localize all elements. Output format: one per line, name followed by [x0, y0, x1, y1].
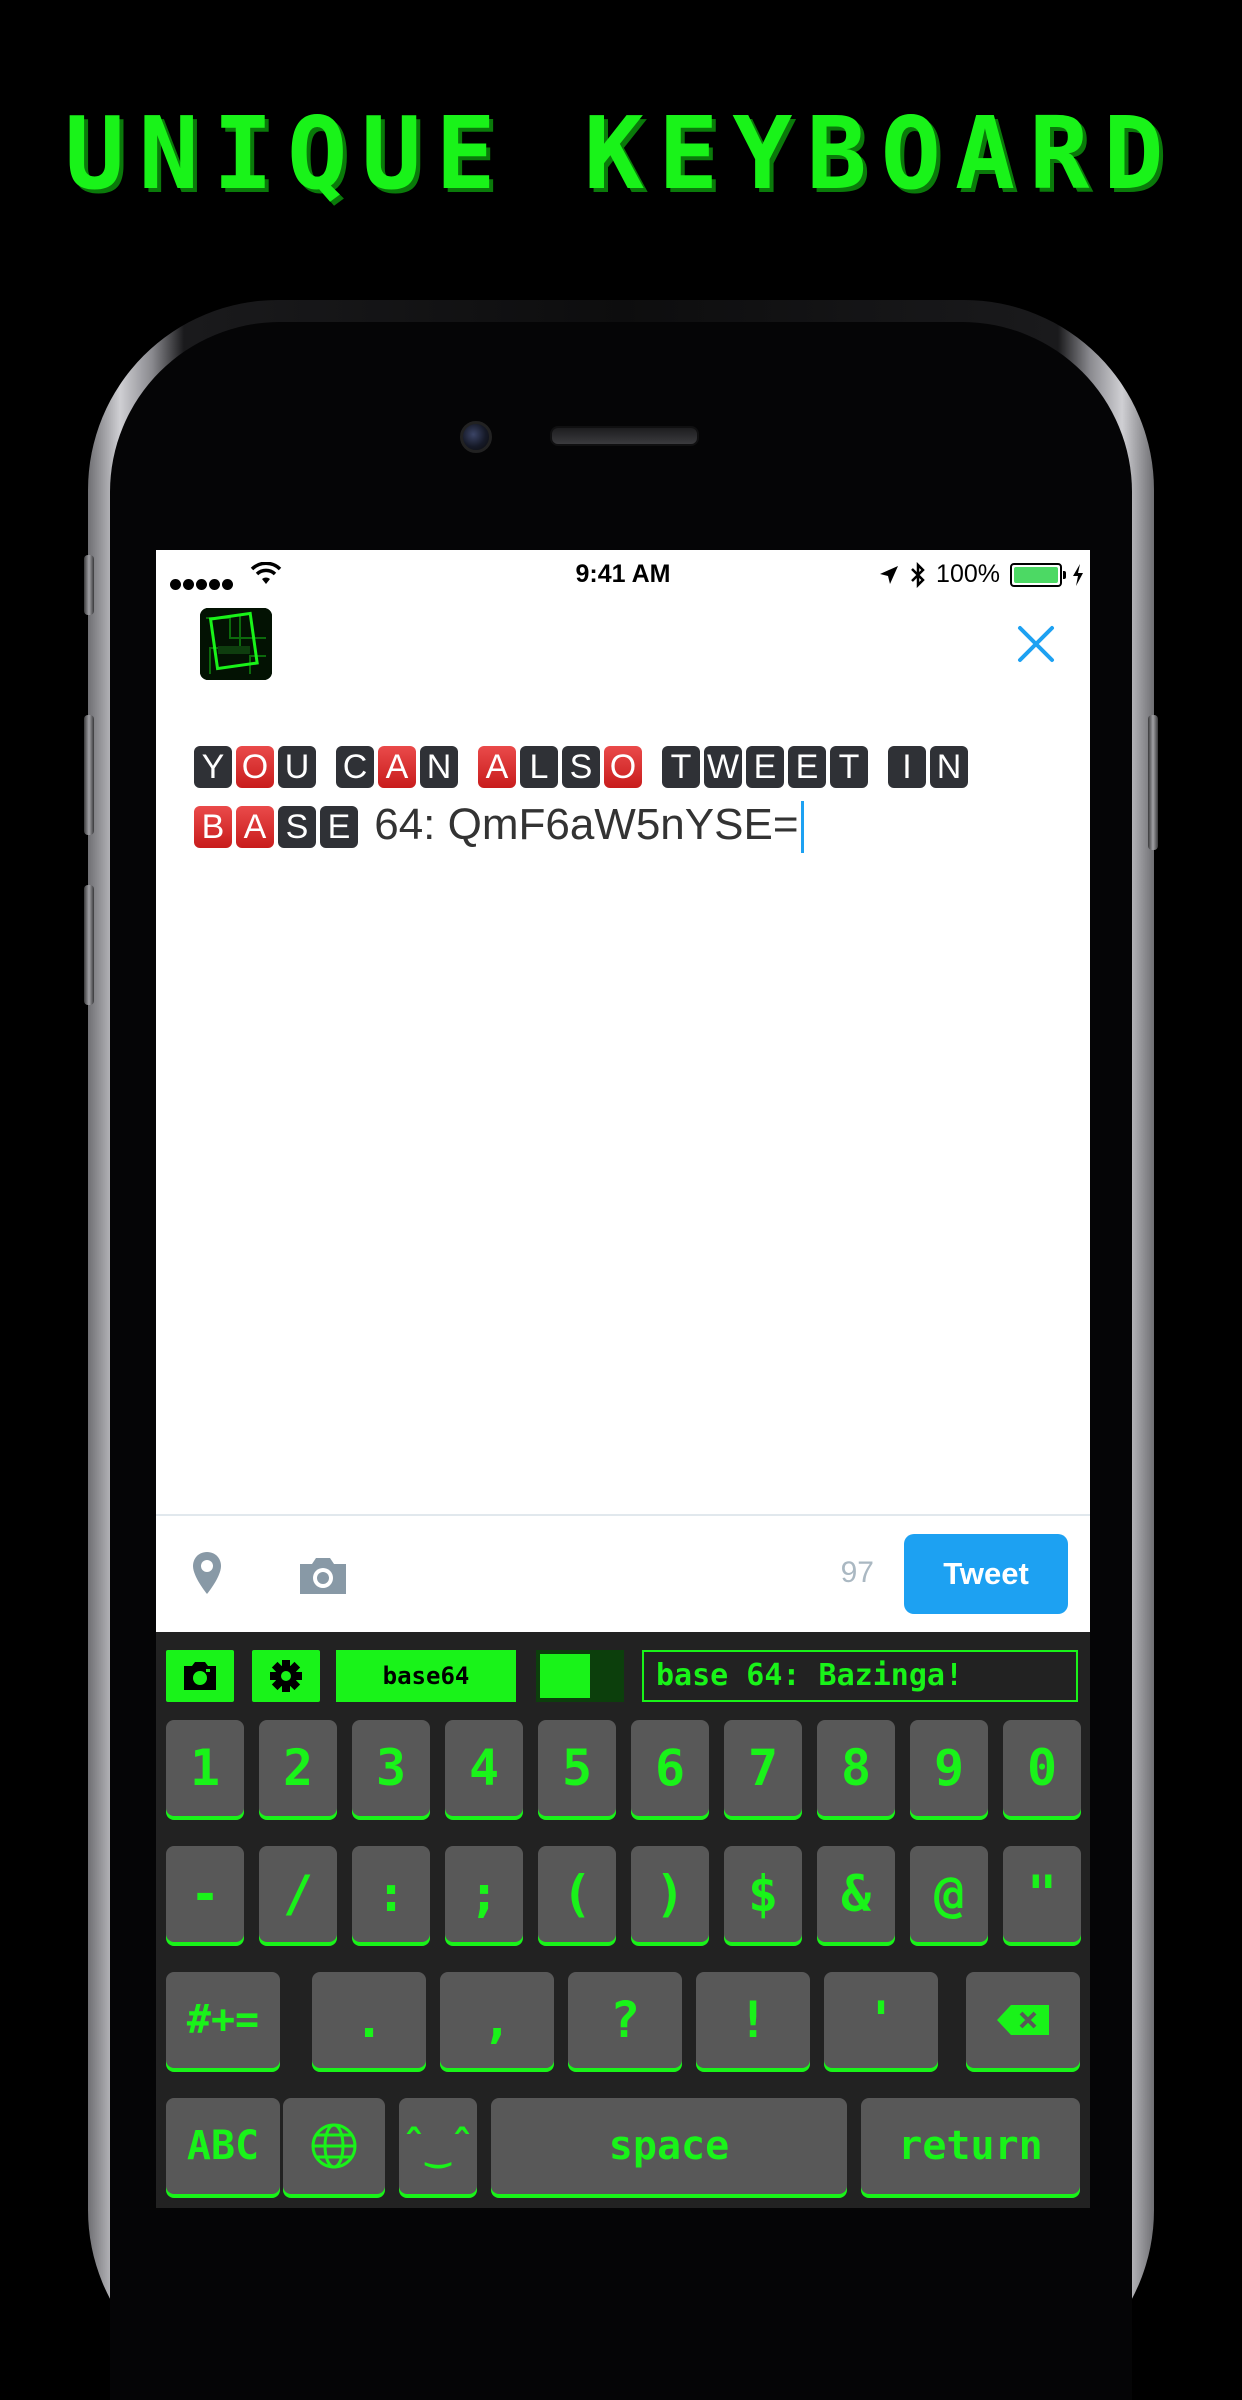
key-colon[interactable]: : [352, 1846, 430, 1942]
backspace-icon [997, 2005, 1049, 2035]
key-9[interactable]: 0 [1003, 1720, 1081, 1816]
symbols-shift-key[interactable]: #+= [166, 1972, 280, 2068]
globe-key[interactable] [283, 2098, 385, 2194]
compose-line-2: BASE 64: QmF6aW5nYSE= [194, 795, 1054, 855]
gear-icon [270, 1660, 302, 1692]
return-key[interactable]: return [861, 2098, 1080, 2194]
key-open-paren[interactable]: ( [538, 1846, 616, 1942]
compose-plain-text: 64: QmF6aW5nYSE= [362, 800, 799, 849]
letter-tile: O [604, 746, 642, 789]
key-slash[interactable]: / [259, 1846, 337, 1942]
letter-tile: N [420, 746, 458, 789]
key-close-paren[interactable]: ) [631, 1846, 709, 1942]
letter-tile: T [830, 746, 868, 789]
tweet-text-area[interactable]: YOUCANALSOTWEETIN BASE 64: QmF6aW5nYSE= [194, 735, 1054, 855]
phone-screen: 9:41 AM 100% YOUCANALSOTWEETIN BASE 64: … [156, 550, 1090, 2208]
front-camera [460, 421, 492, 453]
key-4[interactable]: 5 [538, 1720, 616, 1816]
key-7[interactable]: 8 [817, 1720, 895, 1816]
letter-tile: L [520, 746, 558, 789]
letter-tile: C [336, 746, 374, 789]
letter-tile: W [704, 746, 742, 789]
key-2[interactable]: 3 [352, 1720, 430, 1816]
key-period[interactable]: . [312, 1972, 426, 2068]
avatar[interactable] [200, 608, 272, 680]
battery-percent: 100% [936, 560, 1000, 588]
key-apostrophe[interactable]: ' [824, 1972, 938, 2068]
letter-tile: S [562, 746, 600, 789]
space-key[interactable]: space [491, 2098, 847, 2194]
power-button [1148, 715, 1158, 850]
battery-icon [1010, 562, 1066, 587]
location-pin-icon[interactable] [190, 1550, 224, 1596]
key-5[interactable]: 6 [631, 1720, 709, 1816]
mute-switch [84, 555, 94, 615]
character-count: 97 [840, 1556, 874, 1589]
key-dollar[interactable]: $ [724, 1846, 802, 1942]
key-exclamation[interactable]: ! [696, 1972, 810, 2068]
key-6[interactable]: 7 [724, 1720, 802, 1816]
letter-tile: E [788, 746, 826, 789]
volume-down-button [84, 885, 94, 1005]
compose-divider [156, 1514, 1090, 1516]
volume-up-button [84, 715, 94, 835]
letter-tile: I [888, 746, 926, 789]
keyboard-camera-button[interactable] [166, 1650, 234, 1702]
emoji-word: ALSO [478, 735, 646, 795]
delete-key[interactable] [966, 1972, 1080, 2068]
bluetooth-icon [911, 561, 925, 588]
letter-tile: U [278, 746, 316, 789]
compose-line-1: YOUCANALSOTWEETIN [194, 735, 1054, 795]
globe-icon [311, 2123, 357, 2169]
emoji-key[interactable]: ˆ‿ˆ [399, 2098, 477, 2194]
emoji-word: BASE [194, 795, 362, 855]
emoji-word: CAN [336, 735, 462, 795]
keyboard-camera-icon [184, 1662, 216, 1690]
conversion-preview[interactable]: base 64: Bazinga! [642, 1650, 1078, 1702]
key-semicolon[interactable]: ; [445, 1846, 523, 1942]
earpiece-speaker [550, 426, 699, 446]
text-cursor [800, 801, 804, 854]
letter-tile: E [746, 746, 784, 789]
key-question[interactable]: ? [568, 1972, 682, 2068]
letter-tile: B [194, 806, 232, 849]
letter-tile: N [930, 746, 968, 789]
location-arrow-icon [880, 565, 899, 584]
letter-tile: S [278, 806, 316, 849]
letter-tile: Y [194, 746, 232, 789]
letter-tile: A [478, 746, 516, 789]
key-8[interactable]: 9 [910, 1720, 988, 1816]
emoji-word: TWEET [662, 735, 872, 795]
letter-tile: O [236, 746, 274, 789]
key-comma[interactable]: , [440, 1972, 554, 2068]
abc-key[interactable]: ABC [166, 2098, 280, 2194]
status-bar: 9:41 AM 100% [156, 550, 1090, 600]
key-3[interactable]: 4 [445, 1720, 523, 1816]
encoding-mode-button[interactable]: base64 [336, 1650, 516, 1702]
mode-toggle[interactable] [536, 1650, 624, 1702]
keyboard-settings-button[interactable] [252, 1650, 320, 1702]
tweet-button[interactable]: Tweet [904, 1534, 1068, 1614]
key-at[interactable]: @ [910, 1846, 988, 1942]
emoji-word: YOU [194, 735, 320, 795]
charging-icon [1073, 563, 1083, 586]
custom-keyboard: base64 base 64: Bazinga! 1 2 3 4 5 6 7 8 9 0 - /:;(… [156, 1632, 1090, 2208]
letter-tile: A [378, 746, 416, 789]
key-quote[interactable]: " [1003, 1846, 1081, 1942]
camera-icon[interactable] [296, 1554, 350, 1596]
key-1[interactable]: 2 [259, 1720, 337, 1816]
letter-tile: A [236, 806, 274, 849]
letter-tile: E [320, 806, 358, 849]
key-ampersand[interactable]: & [817, 1846, 895, 1942]
headline: UNIQUE KEYBOARD [64, 95, 1178, 212]
letter-tile: T [662, 746, 700, 789]
close-icon[interactable] [1012, 620, 1060, 668]
emoji-word: IN [888, 735, 972, 795]
key-0[interactable]: 1 [166, 1720, 244, 1816]
key-hyphen[interactable]: - [166, 1846, 244, 1942]
